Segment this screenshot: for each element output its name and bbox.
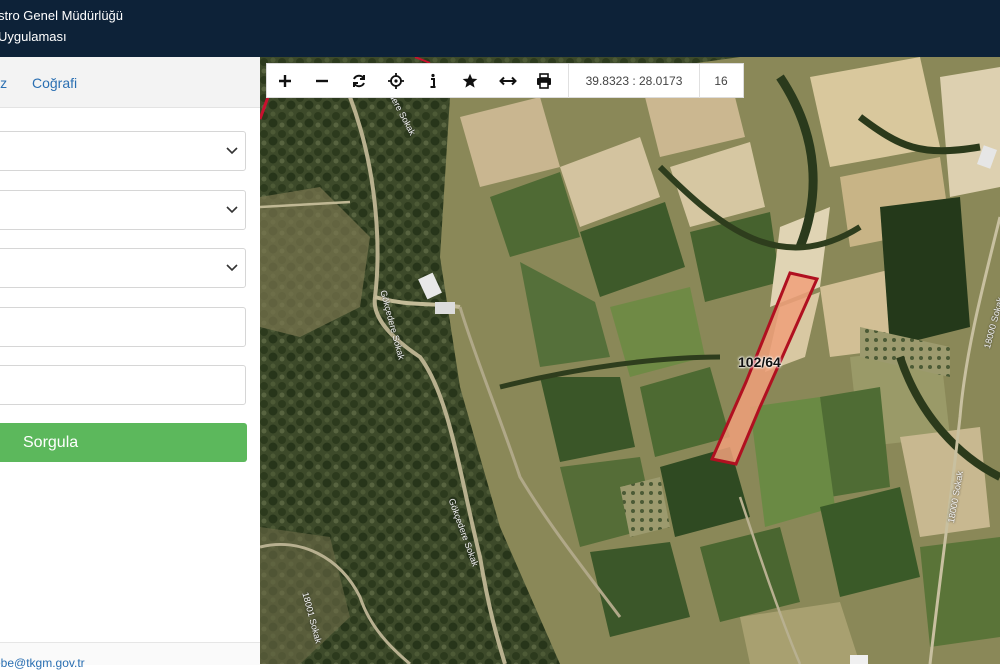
chevron-down-icon <box>226 264 238 272</box>
print-button[interactable] <box>526 64 563 98</box>
tab-cografi[interactable]: Coğrafi <box>32 75 77 91</box>
crosshair-icon <box>388 73 404 89</box>
zoom-out-icon <box>316 79 328 83</box>
query-button[interactable]: Sorgula <box>0 423 247 462</box>
query-button-label: Sorgula <box>23 434 79 451</box>
measure-button[interactable] <box>489 64 526 98</box>
sidebar-tabs: iz Coğrafi <box>0 57 260 108</box>
info-icon <box>430 73 436 88</box>
info-button[interactable] <box>415 64 452 98</box>
ilce-select[interactable] <box>0 190 246 230</box>
map-toolbar: 39.8323 : 28.0173 16 <box>266 63 744 98</box>
sidebar: iz Coğrafi Sorgula ebe@tkgm.gov.tr <box>0 57 260 670</box>
zoom-level: 16 <box>714 74 728 88</box>
measure-icon <box>499 76 517 86</box>
zoom-out-button[interactable] <box>304 64 341 98</box>
chevron-down-icon <box>226 147 238 155</box>
app-subtitle: Uygulaması <box>0 29 67 44</box>
app-header: stro Genel Müdürlüğü Uygulaması <box>0 0 1000 57</box>
refresh-button[interactable] <box>341 64 378 98</box>
tab-idari[interactable]: iz <box>0 75 7 91</box>
il-select[interactable] <box>0 131 246 171</box>
ada-input[interactable] <box>0 307 246 347</box>
satellite-imagery <box>260 57 1000 664</box>
sidebar-footer: ebe@tkgm.gov.tr <box>0 642 260 670</box>
favorite-button[interactable] <box>452 64 489 98</box>
coordinate-readout: 39.8323 : 28.0173 <box>568 64 700 98</box>
refresh-icon <box>353 74 365 88</box>
satellite-map[interactable]: Gökçedere Sokak Gökçedere Sokak Gökçeder… <box>260 57 1000 664</box>
print-icon <box>537 73 551 89</box>
chevron-down-icon <box>226 206 238 214</box>
app-title: stro Genel Müdürlüğü <box>0 8 124 23</box>
locate-button[interactable] <box>378 64 415 98</box>
zoom-in-icon <box>279 75 291 87</box>
parsel-input[interactable] <box>0 365 246 405</box>
star-icon <box>462 73 478 88</box>
parcel-label: 102/64 <box>738 354 781 370</box>
zoom-in-button[interactable] <box>267 64 304 98</box>
mahalle-select[interactable] <box>0 248 246 288</box>
contact-email-link[interactable]: ebe@tkgm.gov.tr <box>0 656 85 670</box>
